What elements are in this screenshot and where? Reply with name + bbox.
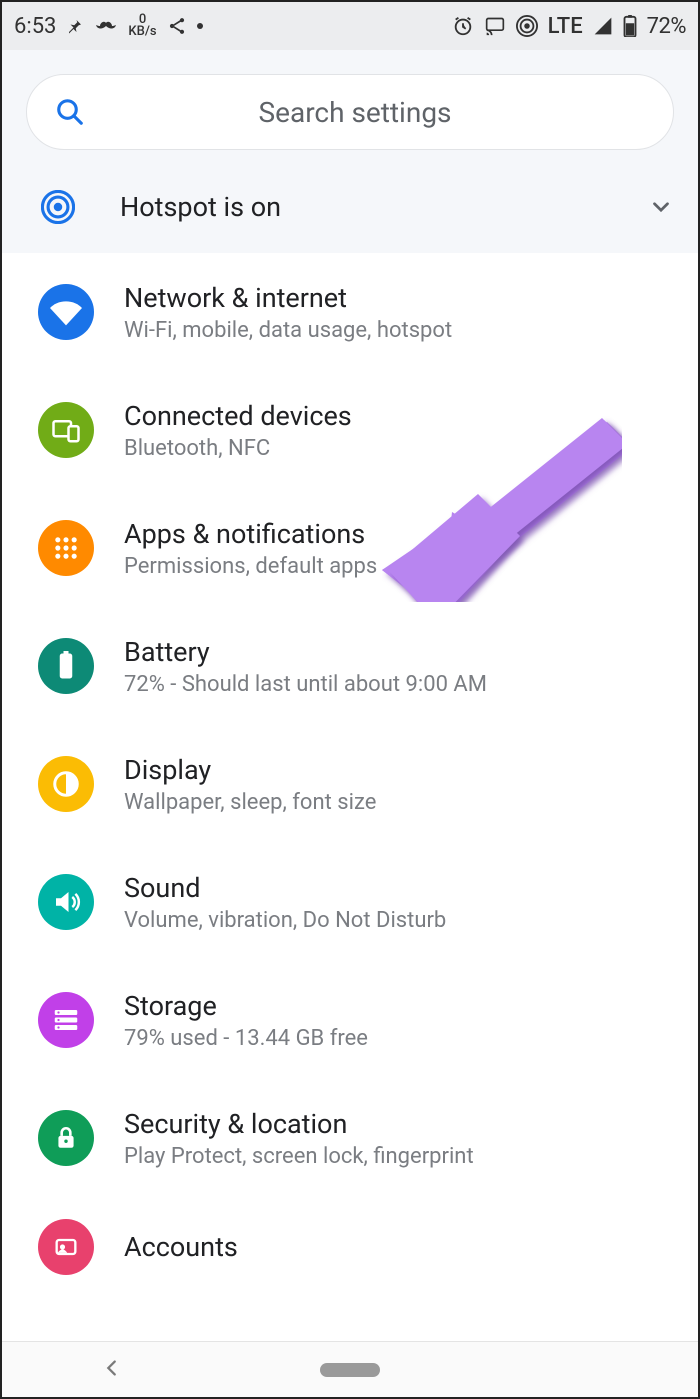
row-title: Apps & notifications [124,518,377,550]
lock-icon [38,1110,94,1166]
row-title: Accounts [124,1231,238,1263]
battery-icon [623,15,637,37]
row-accounts[interactable]: Accounts [2,1197,698,1275]
status-right: LTE 72% [452,14,686,39]
row-display[interactable]: Display Wallpaper, sleep, font size [2,725,698,843]
row-title: Sound [124,872,446,904]
row-title: Security & location [124,1108,474,1140]
row-sub: Bluetooth, NFC [124,436,352,461]
banner-title: Hotspot is on [120,191,648,223]
row-title: Connected devices [124,400,352,432]
wifi-icon [38,284,94,340]
signal-icon [593,16,613,36]
status-bar: 6:53 0 KB/s LTE 72% [2,2,698,50]
status-time: 6:53 [14,14,56,39]
devices-icon [38,402,94,458]
sound-icon [38,874,94,930]
status-left: 6:53 0 KB/s [14,14,203,39]
search-area: Search settings [2,50,698,162]
speed-unit: KB/s [128,26,156,38]
settings-list: Network & internet Wi-Fi, mobile, data u… [2,253,698,1275]
row-storage[interactable]: Storage 79% used - 13.44 GB free [2,961,698,1079]
apps-icon [38,520,94,576]
nav-home-pill[interactable] [320,1363,380,1377]
hotspot-banner[interactable]: Hotspot is on [2,162,698,253]
row-title: Network & internet [124,282,452,314]
network-type: LTE [548,14,583,39]
row-network-internet[interactable]: Network & internet Wi-Fi, mobile, data u… [2,253,698,371]
row-title: Display [124,754,376,786]
row-sub: Wallpaper, sleep, font size [124,790,376,815]
row-battery[interactable]: Battery 72% - Should last until about 9:… [2,607,698,725]
nav-back-button[interactable] [101,1357,123,1383]
row-sound[interactable]: Sound Volume, vibration, Do Not Disturb [2,843,698,961]
mustache-icon [94,19,118,33]
row-apps-notifications[interactable]: Apps & notifications Permissions, defaul… [2,489,698,607]
row-title: Battery [124,636,487,668]
row-security-location[interactable]: Security & location Play Protect, screen… [2,1079,698,1197]
search-placeholder: Search settings [65,96,645,129]
row-sub: Permissions, default apps [124,554,377,579]
row-sub: Play Protect, screen lock, fingerprint [124,1144,474,1169]
storage-icon [38,992,94,1048]
row-connected-devices[interactable]: Connected devices Bluetooth, NFC [2,371,698,489]
row-sub: Volume, vibration, Do Not Disturb [124,908,446,933]
battery-text: 72% [647,14,686,39]
share-icon [167,16,187,36]
search-input[interactable]: Search settings [26,74,674,150]
android-nav-bar [2,1341,698,1397]
pin-icon [66,17,84,35]
hotspot-status-icon [516,15,538,37]
chevron-down-icon [648,194,674,220]
row-sub: Wi-Fi, mobile, data usage, hotspot [124,318,452,343]
row-title: Storage [124,990,368,1022]
display-icon [38,756,94,812]
hotspot-icon [38,190,78,224]
dot-icon [197,23,203,29]
battery-setting-icon [38,638,94,694]
speed-indicator: 0 KB/s [128,14,156,37]
alarm-icon [452,15,474,37]
account-icon [38,1219,94,1275]
cast-icon [484,16,506,36]
row-sub: 72% - Should last until about 9:00 AM [124,672,487,697]
row-sub: 79% used - 13.44 GB free [124,1026,368,1051]
